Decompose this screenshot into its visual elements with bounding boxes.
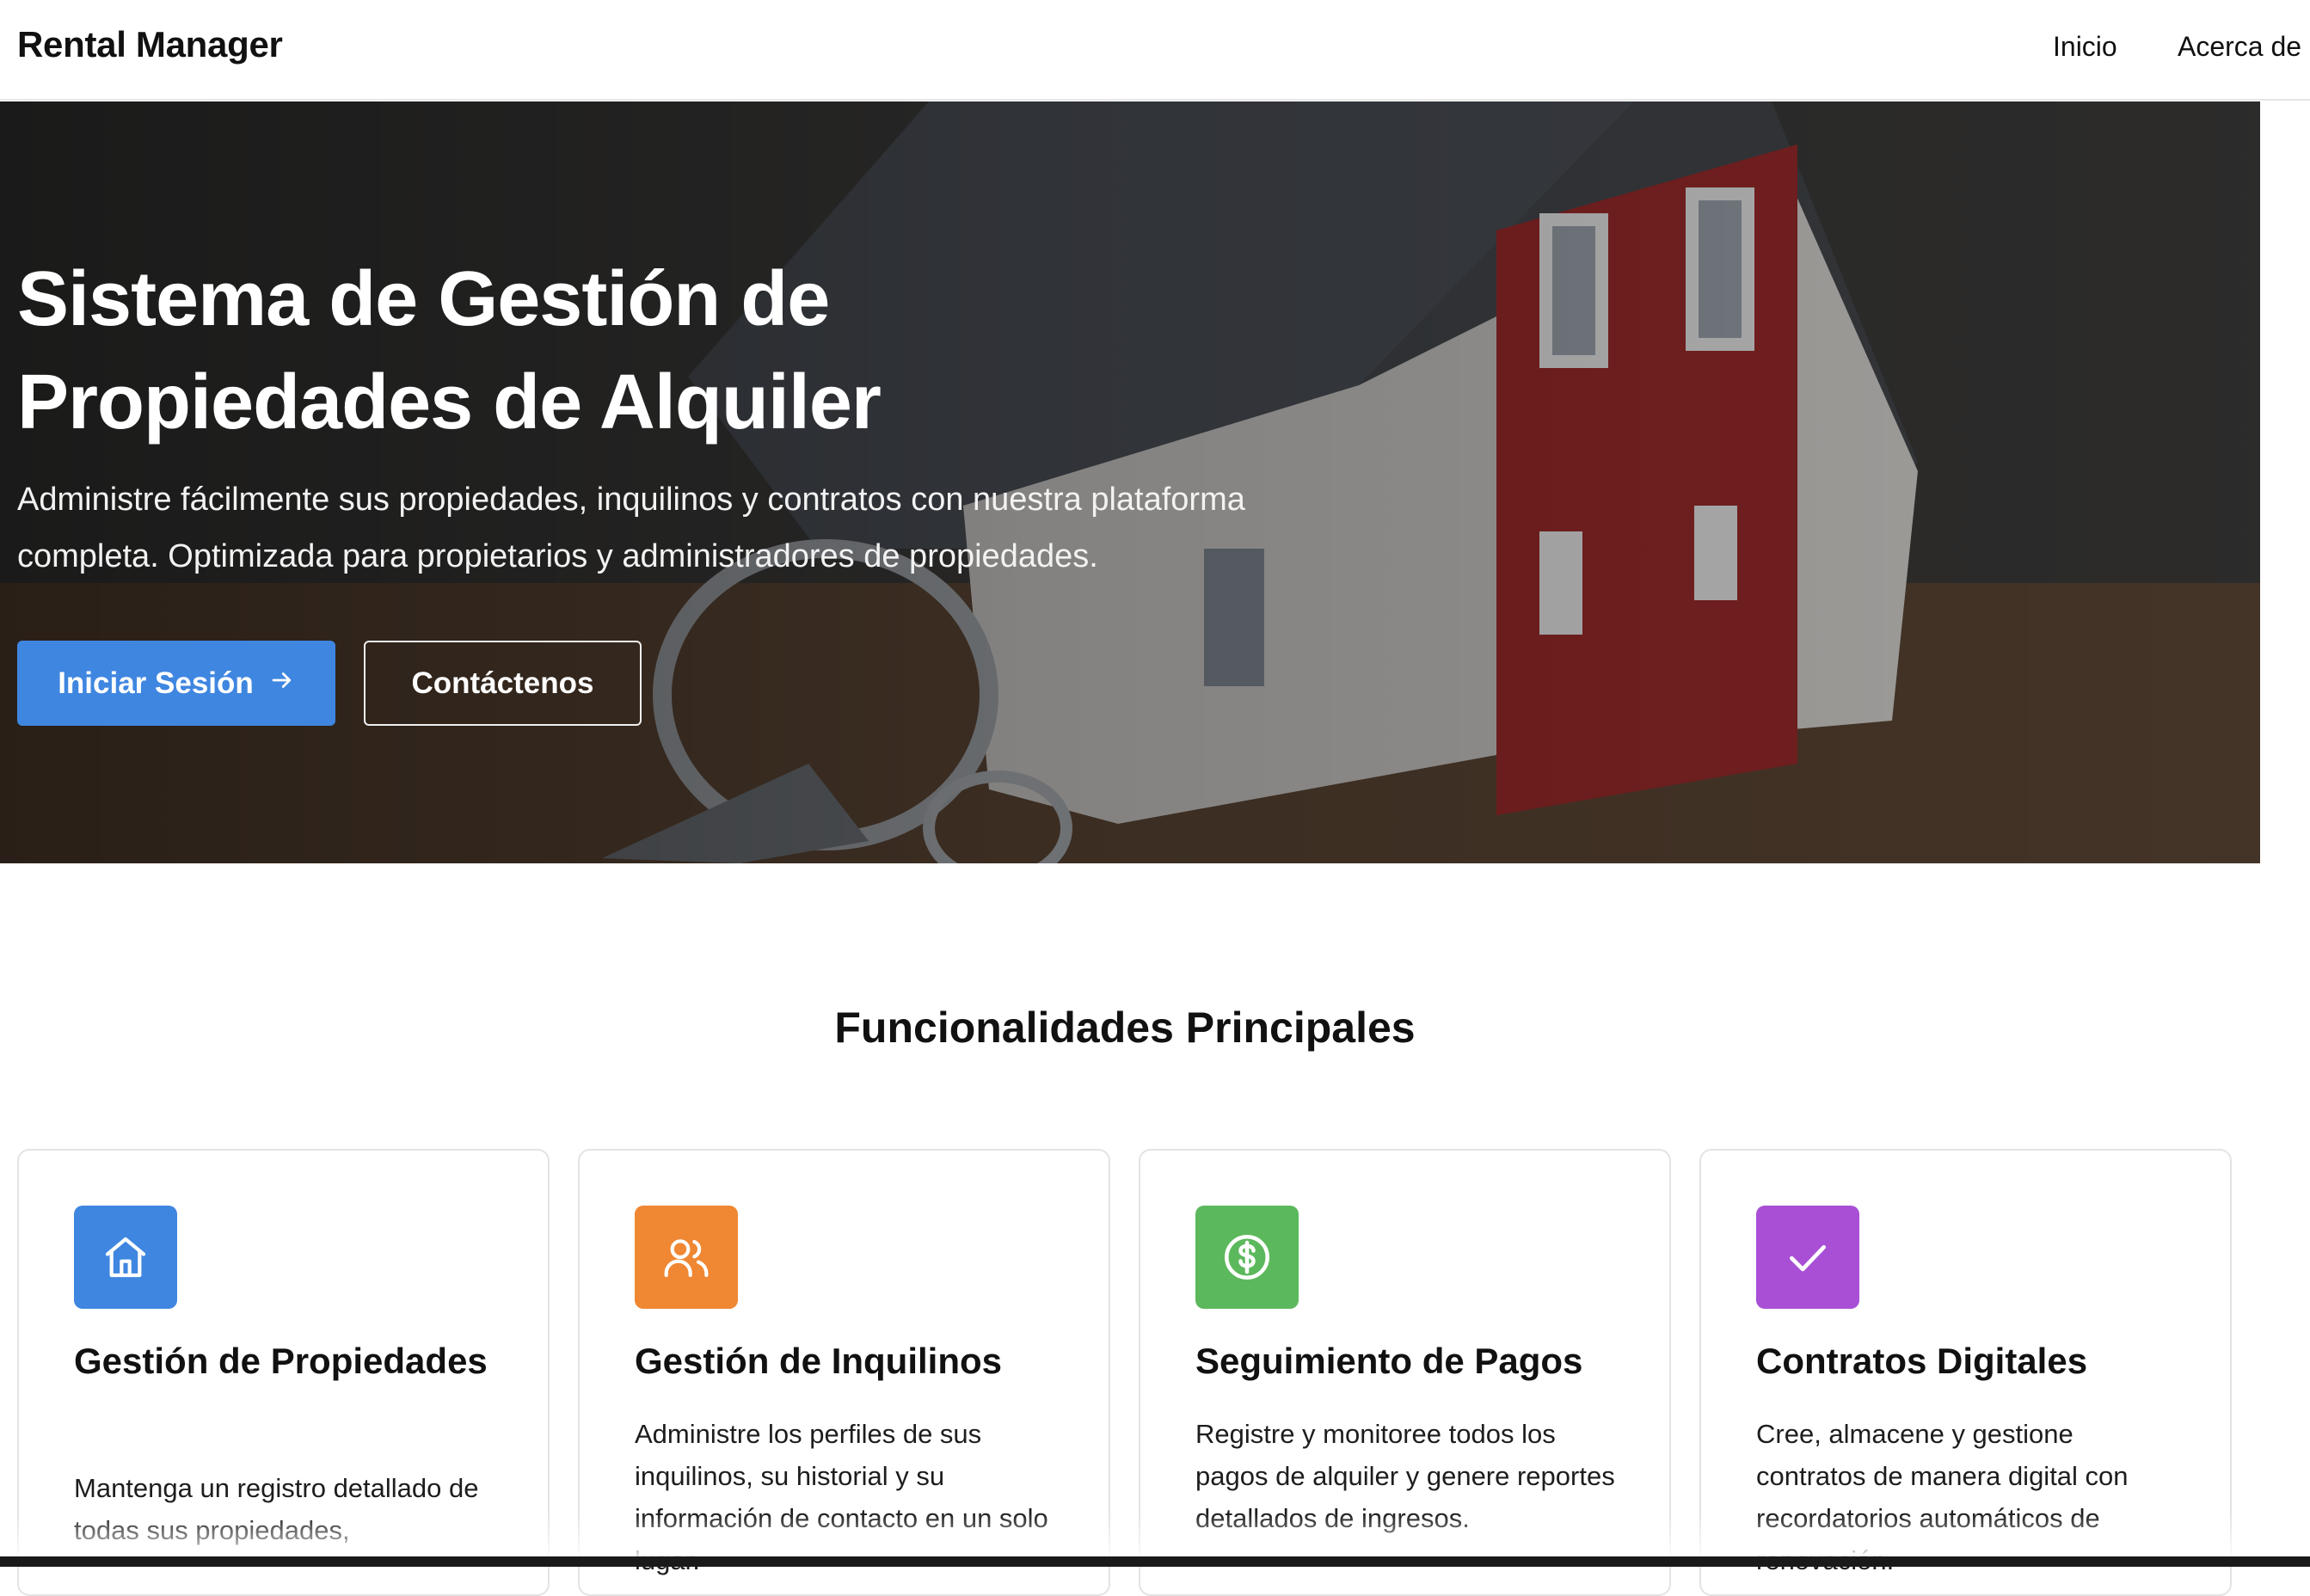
- feature-card-title: Gestión de Propiedades: [74, 1341, 488, 1381]
- contact-button-label: Contáctenos: [411, 666, 594, 700]
- login-button[interactable]: Iniciar Sesión: [17, 641, 335, 726]
- top-navbar: Rental Manager Inicio Acerca de: [0, 0, 2310, 101]
- arrow-right-icon: [269, 666, 295, 701]
- bottom-edge: [0, 1556, 2310, 1567]
- feature-card-title: Contratos Digitales: [1756, 1341, 2088, 1381]
- feature-card-title: Gestión de Inquilinos: [635, 1341, 1003, 1381]
- features-heading: Funcionalidades Principales: [834, 1004, 1416, 1052]
- dollar-icon: [1195, 1206, 1299, 1309]
- nav-link-inicio[interactable]: Inicio: [2053, 31, 2117, 63]
- bottom-fade: [0, 1513, 2310, 1558]
- hero-subtitle: Administre fácilmente sus propiedades, i…: [17, 482, 1245, 574]
- feature-card-title: Seguimiento de Pagos: [1195, 1341, 1583, 1381]
- hero-banner: Sistema de Gestión de Propiedades de Alq…: [0, 101, 2260, 863]
- check-icon: [1756, 1206, 1859, 1309]
- brand-logo-text[interactable]: Rental Manager: [17, 24, 283, 65]
- contact-button[interactable]: Contáctenos: [364, 641, 642, 726]
- hero-title: Sistema de Gestión de Propiedades de Alq…: [17, 256, 882, 445]
- home-icon: [74, 1206, 177, 1309]
- login-button-label: Iniciar Sesión: [58, 666, 254, 700]
- users-icon: [635, 1206, 738, 1309]
- nav-link-acerca[interactable]: Acerca de: [2178, 31, 2301, 63]
